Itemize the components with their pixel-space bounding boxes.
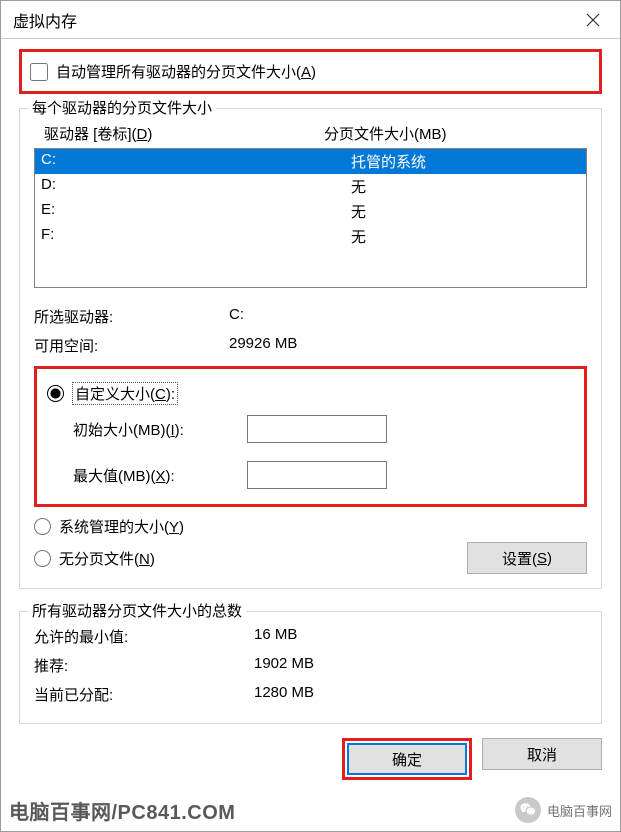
custom-size-label: 自定义大小(C):: [72, 382, 178, 405]
drive-list[interactable]: C: 托管的系统 D: 无 E: 无 F: 无: [34, 148, 587, 288]
drive-name: F:: [41, 226, 351, 247]
no-paging-label: 无分页文件(N): [59, 548, 155, 569]
ok-button[interactable]: 确定: [347, 743, 467, 775]
drive-row[interactable]: D: 无: [35, 174, 586, 199]
max-size-input[interactable]: [247, 461, 387, 489]
currently-allocated-row: 当前已分配: 1280 MB: [34, 680, 587, 709]
cancel-button[interactable]: 取消: [482, 738, 602, 770]
close-icon: [586, 13, 600, 27]
per-drive-groupbox: 每个驱动器的分页文件大小 驱动器 [卷标](D) 分页文件大小(MB) C: 托…: [19, 108, 602, 589]
no-paging-row: 无分页文件(N): [34, 543, 155, 574]
drive-row[interactable]: C: 托管的系统: [35, 149, 586, 174]
totals-legend: 所有驱动器分页文件大小的总数: [28, 600, 246, 621]
drive-name: E:: [41, 201, 351, 222]
max-size-row: 最大值(MB)(X):: [47, 456, 574, 494]
drive-name: C:: [41, 151, 351, 172]
system-managed-radio[interactable]: [34, 518, 51, 535]
titlebar: 虚拟内存: [1, 1, 620, 39]
drive-row[interactable]: F: 无: [35, 224, 586, 249]
close-button[interactable]: [566, 1, 620, 39]
min-allowed-row: 允许的最小值: 16 MB: [34, 622, 587, 651]
selected-drive-row: 所选驱动器: C:: [34, 302, 587, 331]
wechat-icon: [515, 797, 541, 823]
custom-size-radio-row: 自定义大小(C):: [47, 377, 574, 410]
auto-manage-checkbox[interactable]: [30, 63, 48, 81]
initial-size-row: 初始大小(MB)(I):: [47, 410, 574, 448]
watermark-right: 电脑百事网: [515, 797, 612, 823]
header-drive: 驱动器 [卷标](D): [44, 123, 324, 144]
recommended-row: 推荐: 1902 MB: [34, 651, 587, 680]
auto-manage-label: 自动管理所有驱动器的分页文件大小(A): [56, 61, 316, 82]
dialog-button-row: 确定 取消: [1, 724, 620, 794]
ok-highlight: 确定: [342, 738, 472, 780]
auto-manage-highlight: 自动管理所有驱动器的分页文件大小(A): [19, 49, 602, 94]
drive-paging: 托管的系统: [351, 151, 580, 172]
totals-groupbox: 所有驱动器分页文件大小的总数 允许的最小值: 16 MB 推荐: 1902 MB…: [19, 611, 602, 724]
custom-size-highlight: 自定义大小(C): 初始大小(MB)(I): 最大值(MB)(X):: [34, 366, 587, 507]
drive-paging: 无: [351, 226, 580, 247]
system-managed-label: 系统管理的大小(Y): [59, 516, 184, 537]
custom-size-radio[interactable]: [47, 385, 64, 402]
drive-paging: 无: [351, 201, 580, 222]
set-button[interactable]: 设置(S): [467, 542, 587, 574]
system-managed-row: 系统管理的大小(Y): [34, 511, 587, 542]
max-size-label: 最大值(MB)(X):: [73, 465, 247, 486]
available-space-row: 可用空间: 29926 MB: [34, 331, 587, 360]
initial-size-label: 初始大小(MB)(I):: [73, 419, 247, 440]
watermark-right-text: 电脑百事网: [547, 801, 612, 820]
drive-paging: 无: [351, 176, 580, 197]
header-paging: 分页文件大小(MB): [324, 123, 587, 144]
watermark-left: 电脑百事网/PC841.COM: [9, 796, 235, 825]
drive-row[interactable]: E: 无: [35, 199, 586, 224]
per-drive-legend: 每个驱动器的分页文件大小: [28, 97, 216, 118]
drive-name: D:: [41, 176, 351, 197]
initial-size-input[interactable]: [247, 415, 387, 443]
window-title: 虚拟内存: [13, 8, 77, 32]
no-paging-radio[interactable]: [34, 550, 51, 567]
drive-list-header: 驱动器 [卷标](D) 分页文件大小(MB): [34, 119, 587, 148]
virtual-memory-dialog: 虚拟内存 自动管理所有驱动器的分页文件大小(A) 每个驱动器的分页文件大小 驱动…: [0, 0, 621, 832]
